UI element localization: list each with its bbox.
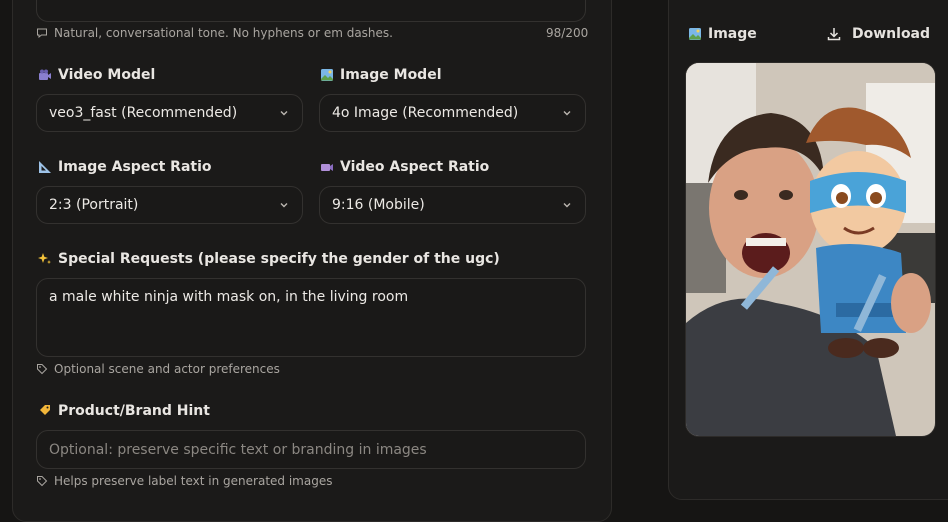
special-requests-value: a male white ninja with mask on, in the … — [49, 289, 409, 305]
image-model-select[interactable]: 4o Image (Recommended) — [319, 94, 586, 132]
prompt-textarea[interactable] — [36, 0, 586, 22]
video-camera-icon — [321, 164, 333, 171]
product-brand-hint-label: Product/Brand Hint — [38, 403, 210, 419]
film-camera-icon — [39, 69, 51, 80]
chevron-down-icon — [280, 203, 288, 208]
picture-icon — [689, 28, 701, 40]
image-aspect-ratio-value: 2:3 (Portrait) — [49, 197, 139, 213]
image-model-label: Image Model — [320, 67, 442, 83]
picture-icon — [321, 69, 333, 81]
video-model-value: veo3_fast (Recommended) — [49, 105, 238, 121]
chevron-down-icon — [563, 203, 571, 208]
product-brand-hint-input[interactable]: Optional: preserve specific text or bran… — [36, 430, 586, 469]
comment-icon — [37, 28, 47, 39]
image-aspect-ratio-select[interactable]: 2:3 (Portrait) — [36, 186, 303, 224]
generated-image[interactable] — [685, 62, 936, 437]
download-icon — [827, 28, 841, 41]
prompt-hint: Natural, conversational tone. No hyphens… — [36, 26, 393, 40]
triangle-ruler-icon — [39, 161, 51, 173]
sparkles-icon — [38, 253, 51, 264]
chevron-down-icon — [563, 111, 571, 116]
video-aspect-ratio-select[interactable]: 9:16 (Mobile) — [319, 186, 586, 224]
product-brand-hint-helper: Helps preserve label text in generated i… — [36, 474, 332, 488]
special-requests-hint: Optional scene and actor preferences — [36, 362, 280, 376]
tag-icon — [40, 405, 50, 415]
image-model-value: 4o Image (Recommended) — [332, 105, 519, 121]
tag-icon — [37, 476, 48, 487]
product-brand-hint-placeholder: Optional: preserve specific text or bran… — [49, 441, 427, 458]
char-counter: 98/200 — [546, 26, 589, 40]
chevron-down-icon — [280, 111, 288, 116]
download-button[interactable]: Download — [826, 26, 930, 42]
tag-icon — [37, 364, 48, 375]
image-aspect-ratio-label: Image Aspect Ratio — [38, 159, 212, 175]
image-panel-title: Image — [688, 26, 757, 42]
video-aspect-ratio-label: Video Aspect Ratio — [320, 159, 489, 175]
prompt-hint-text: Natural, conversational tone. No hyphens… — [54, 26, 393, 40]
video-aspect-ratio-value: 9:16 (Mobile) — [332, 197, 425, 213]
special-requests-label: Special Requests (please specify the gen… — [38, 251, 500, 267]
video-model-label: Video Model — [38, 67, 155, 83]
generated-image-illustration — [686, 63, 935, 436]
special-requests-textarea[interactable]: a male white ninja with mask on, in the … — [36, 278, 586, 357]
video-model-select[interactable]: veo3_fast (Recommended) — [36, 94, 303, 132]
